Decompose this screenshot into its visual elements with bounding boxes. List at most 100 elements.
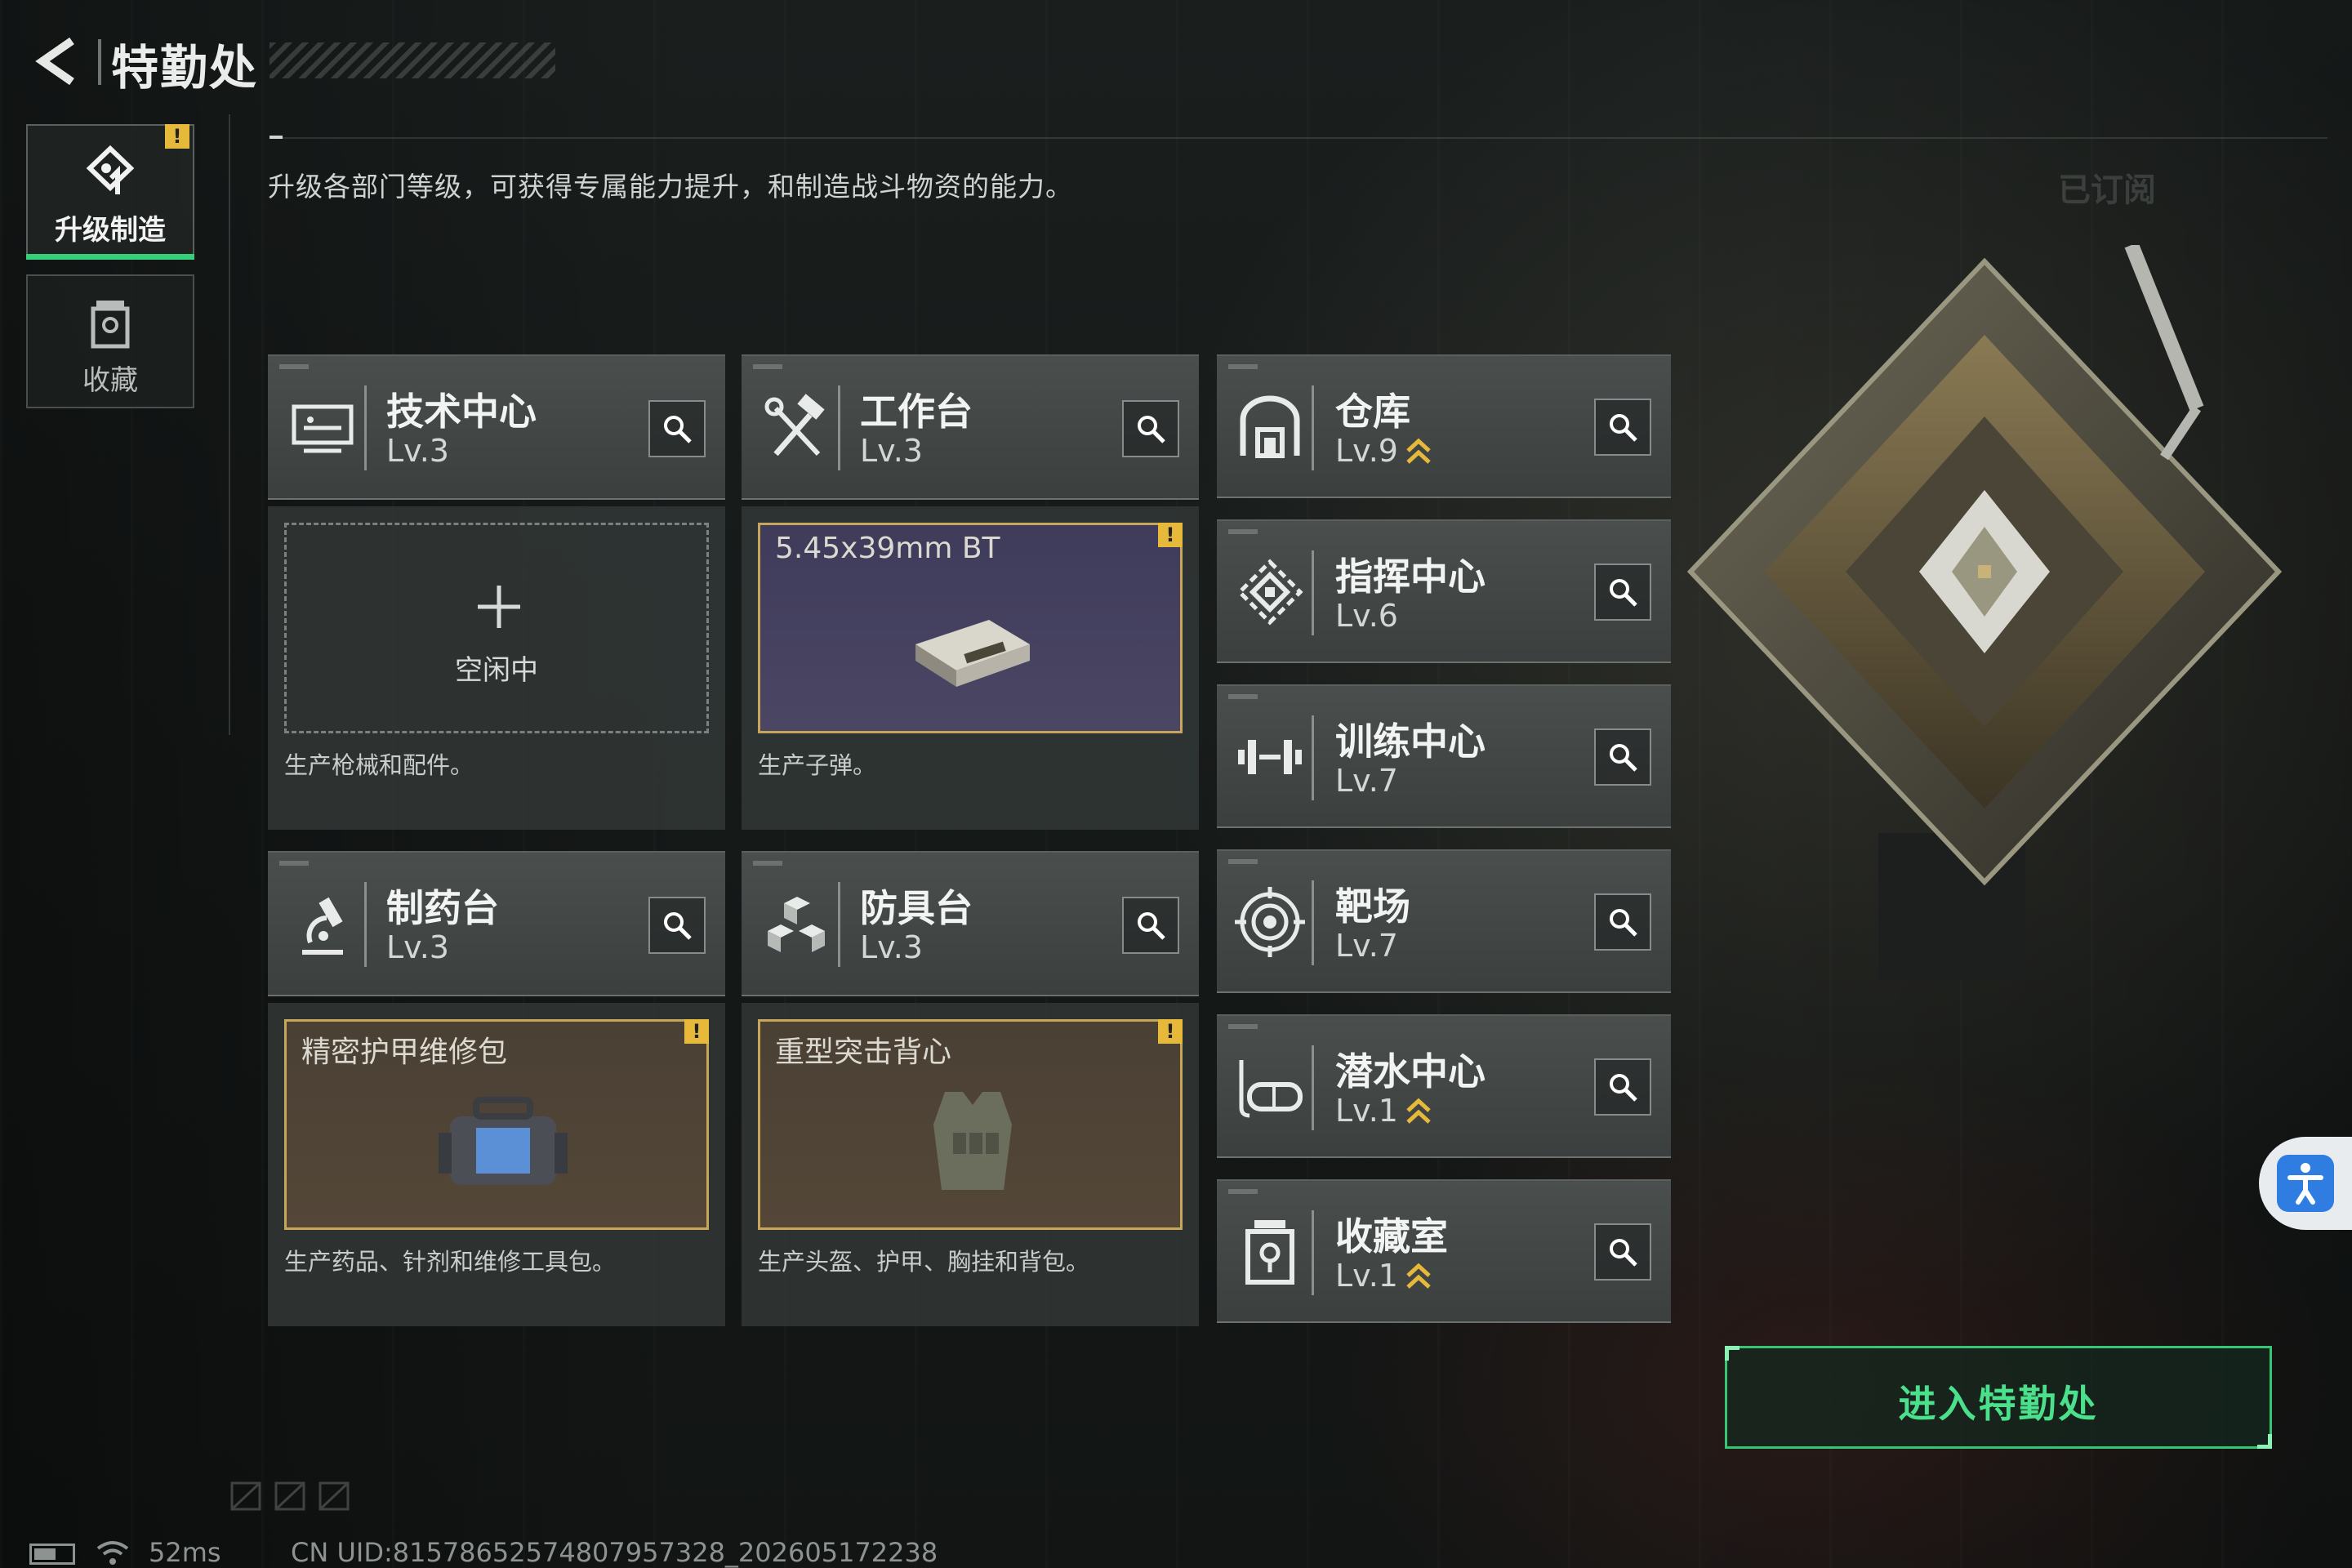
production-slot-empty[interactable]: 空闲中	[284, 523, 709, 733]
production-slot[interactable]: 5.45x39mm BT !	[758, 523, 1183, 733]
header-divider	[1312, 385, 1314, 470]
facility-collection-room[interactable]: 收藏室 Lv.1	[1217, 1179, 1671, 1323]
microscope-icon	[302, 897, 343, 955]
department-header-pharmacy[interactable]: 制药台 Lv.3	[268, 851, 725, 996]
divider-line	[229, 114, 230, 735]
facility-warehouse[interactable]: 仓库 Lv.9	[1217, 354, 1671, 498]
search-icon	[1610, 414, 1637, 442]
facility-cube-artwork	[1686, 245, 2283, 980]
search-icon	[1610, 909, 1637, 937]
inspect-button[interactable]	[1594, 564, 1651, 621]
department-name: 技术中心	[386, 390, 537, 434]
facility-shooting-range[interactable]: 靶场 Lv.7	[1217, 849, 1671, 993]
wifi-icon	[96, 1541, 129, 1565]
facility-name: 潜水中心	[1335, 1049, 1486, 1094]
enter-button-label: 进入特勤处	[1898, 1382, 2099, 1426]
facility-name: 靶场	[1335, 884, 1410, 929]
inspect-button[interactable]	[1594, 1058, 1651, 1116]
department-description: 生产药品、针剂和维修工具包。	[284, 1248, 617, 1276]
department-level: Lv.3	[386, 929, 449, 965]
accessibility-icon	[2277, 1155, 2334, 1212]
dumbbell-icon	[1238, 740, 1302, 774]
inspect-button[interactable]	[648, 400, 706, 457]
card-tag	[1228, 1024, 1258, 1029]
target-icon	[1235, 887, 1305, 957]
department-name: 工作台	[860, 390, 973, 434]
alert-badge: !	[165, 124, 189, 149]
tab-upgrade-craft[interactable]: 升级制造 !	[26, 124, 194, 260]
command-center-icon	[1236, 559, 1303, 626]
title-divider	[98, 39, 101, 85]
warehouse-icon	[1240, 395, 1300, 458]
search-icon	[1138, 912, 1165, 940]
department-header-tech-center[interactable]: 技术中心 Lv.3	[268, 354, 725, 500]
card-tag	[753, 861, 782, 866]
department-description: 生产头盔、护甲、胸挂和背包。	[758, 1248, 1090, 1276]
department-body-workbench: 5.45x39mm BT ! 生产子弹。	[742, 506, 1199, 830]
monitor-icon	[292, 404, 354, 453]
divider-tick	[270, 136, 283, 139]
facility-level: Lv.7	[1335, 763, 1398, 799]
collection-room-icon	[1245, 1220, 1294, 1285]
inspect-button[interactable]	[648, 897, 706, 954]
card-tag	[1228, 1189, 1258, 1194]
header-divider	[364, 385, 367, 470]
accessibility-button[interactable]	[2259, 1137, 2352, 1230]
assault-vest-icon	[933, 1092, 1012, 1190]
search-icon	[1138, 416, 1165, 443]
tab-collection[interactable]: 收藏	[26, 274, 194, 408]
department-header-workbench[interactable]: 工作台 Lv.3	[742, 354, 1199, 500]
inspect-button[interactable]	[1122, 897, 1179, 954]
department-header-armor[interactable]: 防具台 Lv.3	[742, 851, 1199, 996]
subscribed-label: 已订阅	[2058, 172, 2156, 209]
inspect-button[interactable]	[1594, 728, 1651, 786]
item-name: 5.45x39mm BT	[775, 532, 1000, 565]
divider-line	[270, 137, 2328, 139]
header-divider	[838, 882, 840, 967]
header-divider	[1312, 1045, 1314, 1130]
alert-badge: !	[684, 1019, 709, 1044]
facility-level: Lv.9	[1335, 433, 1398, 469]
department-level: Lv.3	[860, 929, 923, 965]
department-level: Lv.3	[860, 433, 923, 469]
button-corner	[2257, 1434, 2272, 1449]
card-tag	[1228, 364, 1258, 369]
facility-name: 收藏室	[1335, 1214, 1448, 1258]
department-name: 制药台	[386, 886, 499, 930]
card-tag	[753, 364, 782, 369]
enter-special-ops-button[interactable]: 进入特勤处	[1725, 1346, 2272, 1449]
page-description: 升级各部门等级，可获得专属能力提升，和制造战斗物资的能力。	[268, 171, 1073, 203]
back-arrow-icon[interactable]	[28, 33, 85, 90]
facility-training-center[interactable]: 训练中心 Lv.7	[1217, 684, 1671, 828]
repair-kit-icon	[439, 1097, 568, 1185]
search-icon	[664, 416, 692, 443]
header-divider	[1312, 550, 1314, 635]
facility-diving-center[interactable]: 潜水中心 Lv.1	[1217, 1014, 1671, 1158]
diving-mask-icon	[1239, 1060, 1303, 1118]
user-uid: CN UID:8157865257480795732​8_20260517223…	[291, 1537, 938, 1568]
header-divider	[1312, 880, 1314, 965]
card-tag	[1228, 529, 1258, 534]
search-icon	[1610, 1239, 1637, 1267]
inspect-button[interactable]	[1594, 1223, 1651, 1281]
search-icon	[1610, 1074, 1637, 1102]
facility-level: Lv.1	[1335, 1093, 1398, 1129]
ammo-box-icon	[915, 620, 1030, 687]
card-tag	[1228, 859, 1258, 864]
facility-level: Lv.6	[1335, 598, 1398, 634]
facility-command-center[interactable]: 指挥中心 Lv.6	[1217, 519, 1671, 663]
upgrade-available-icon	[1406, 1098, 1431, 1124]
production-slot[interactable]: 精密护甲维修包 !	[284, 1019, 709, 1230]
upgrade-available-icon	[1406, 1263, 1431, 1289]
production-slot[interactable]: 重型突击背心 !	[758, 1019, 1183, 1230]
inspect-button[interactable]	[1594, 893, 1651, 951]
inspect-button[interactable]	[1594, 399, 1651, 456]
facility-name: 指挥中心	[1335, 555, 1486, 599]
button-corner	[1725, 1346, 1740, 1361]
item-name: 重型突击背心	[775, 1036, 952, 1069]
facility-level: Lv.1	[1335, 1258, 1398, 1294]
item-name: 精密护甲维修包	[301, 1036, 508, 1069]
header-divider	[838, 385, 840, 470]
facility-name: 训练中心	[1335, 719, 1486, 764]
inspect-button[interactable]	[1122, 400, 1179, 457]
